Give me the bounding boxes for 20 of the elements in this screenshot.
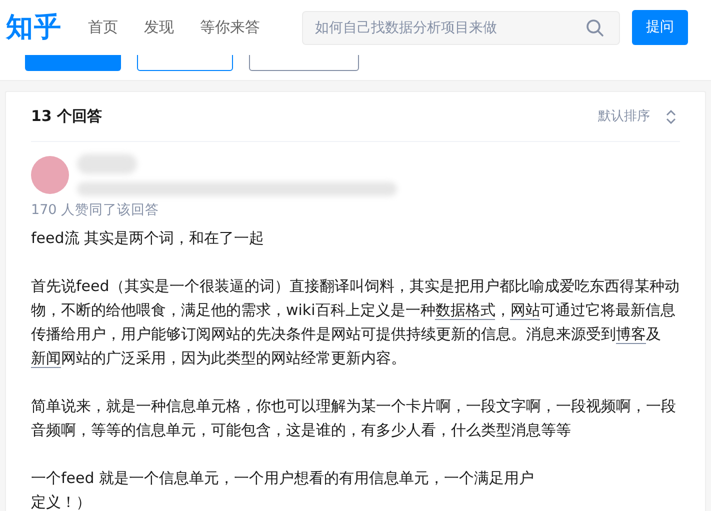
answer-paragraph: 首先说feed（其实是一个很装逼的词）直接翻译叫饲料，其实是把用户都比喻成爱吃东西得某种动物，不断的给他喂食，满足他的需求，wiki百科上定义是一种数据格式，网站可通过它将最新信息传播给用户，用户能够订阅网站的先决条件是网站可提供持续更新的信息。消息来源受到博客及 新闻网站的广泛采用，因为此类型的网站经常更新内容。 xyxy=(31,276,680,370)
answer-paragraph: 一个feed 就是一个信息单元，一个用户想看的有用信息单元，一个满足用户 定义！） xyxy=(31,468,536,511)
nav-link[interactable]: 首页 xyxy=(88,16,118,39)
sort-icon[interactable] xyxy=(666,110,676,124)
inline-link[interactable]: 网站 xyxy=(510,301,540,320)
vote-count: 170 人赞同了该回答 xyxy=(31,201,160,220)
ask-button[interactable]: 提问 xyxy=(632,10,688,45)
inline-link[interactable]: 博客 xyxy=(616,325,646,344)
inline-link[interactable]: 数据格式 xyxy=(435,301,496,320)
nav-link[interactable]: 等你来答 xyxy=(200,16,260,39)
answer-count: 13 个回答 xyxy=(31,106,102,128)
answer-paragraph: 简单说来，就是一种信息单元格，你也可以理解为某一个卡片啊，一段文字啊，一段视频啊，一段音频啊，等等的信息单元，可能包含，这是谁的，有多少人看，什么类型消息等等 xyxy=(31,396,677,442)
answer-paragraph: feed流 其实是两个词，和在了一起 xyxy=(31,228,266,250)
blurred-name xyxy=(77,154,137,174)
search-field[interactable]: 如何自己找数据分析项目来做 xyxy=(302,10,620,44)
sort-dropdown[interactable]: 默认排序 xyxy=(598,106,650,126)
inline-link[interactable]: 新闻 xyxy=(31,349,61,368)
logo[interactable]: 知乎 xyxy=(6,14,62,41)
nav-link[interactable]: 发现 xyxy=(144,16,174,39)
avatar[interactable] xyxy=(31,156,69,194)
